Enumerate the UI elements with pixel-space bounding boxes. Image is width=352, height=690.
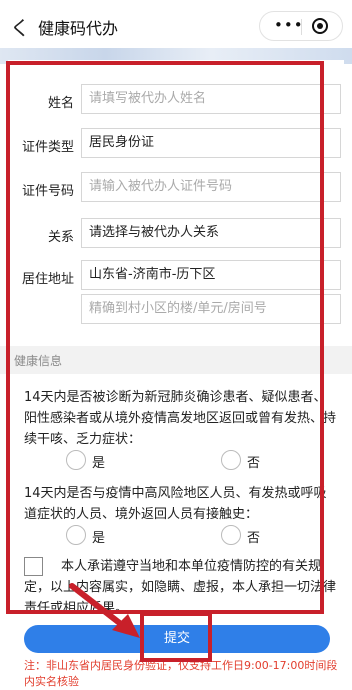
annotation-arrow <box>69 583 140 638</box>
arrow-shaft <box>69 583 129 631</box>
